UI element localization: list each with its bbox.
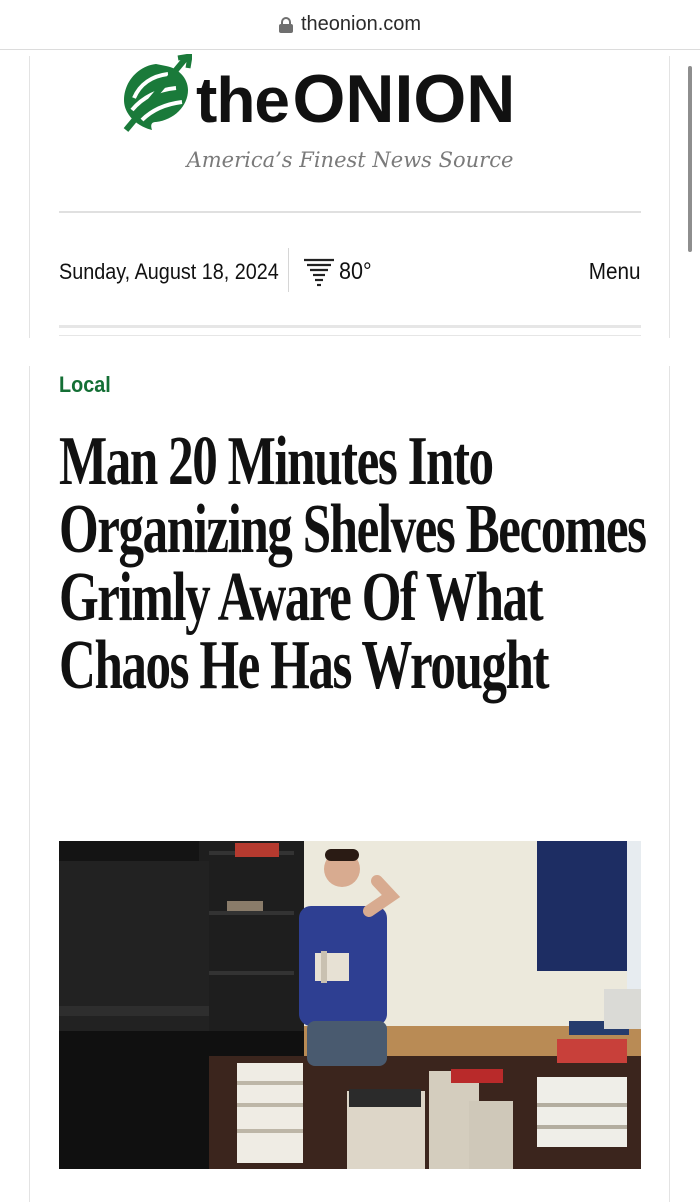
lock-icon: [278, 16, 293, 33]
header-divider: [59, 211, 641, 213]
site-tagline: America’s Finest News Source: [186, 148, 514, 172]
current-date: Sunday, August 18, 2024: [59, 259, 279, 284]
info-bar: Sunday, August 18, 2024 80° Menu: [59, 248, 641, 292]
article-photo[interactable]: [59, 841, 641, 1169]
article-gutter-right: [669, 366, 670, 1202]
site-logo[interactable]: the ONION: [120, 54, 590, 138]
tornado-icon: [304, 258, 334, 287]
brand-the: the: [196, 64, 290, 136]
infobar-divider: [59, 325, 641, 328]
article-headline[interactable]: Man 20 Minutes Into Organizing Shelves B…: [59, 427, 647, 701]
section-link-local[interactable]: Local: [59, 372, 111, 398]
weather-widget[interactable]: 80°: [301, 254, 375, 290]
page-gutter-left: [29, 56, 30, 338]
brand-onion: ONION: [292, 61, 516, 137]
article-gutter-left: [29, 366, 30, 1202]
page-gutter-right: [669, 56, 670, 338]
headline-text: Man 20 Minutes Into Organizing Shelves B…: [59, 423, 647, 704]
brand-wordmark: the ONION: [196, 60, 515, 138]
browser-url-bar[interactable]: theonion.com: [0, 0, 700, 50]
info-divider: [288, 248, 289, 292]
menu-button[interactable]: Menu: [589, 258, 641, 285]
onion-logo-icon: [123, 54, 192, 132]
temperature: 80°: [339, 258, 372, 285]
infobar-divider-thin: [59, 335, 641, 336]
url-text[interactable]: theonion.com: [301, 13, 421, 36]
